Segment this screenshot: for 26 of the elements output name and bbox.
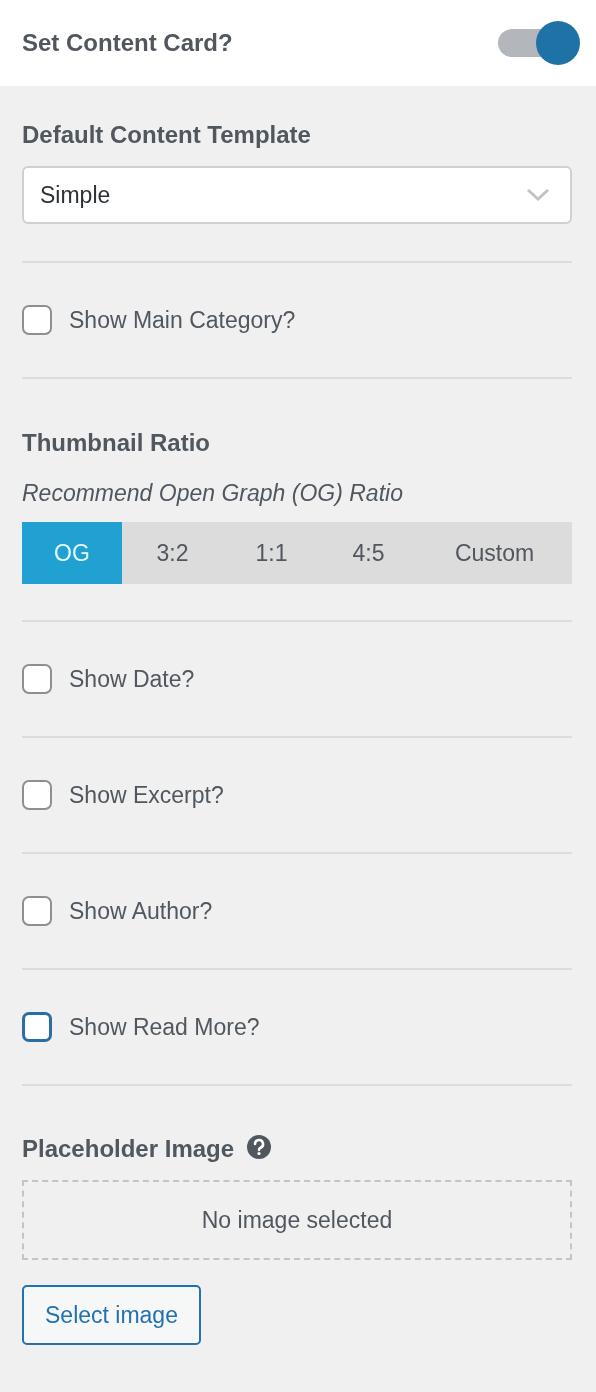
ratio-option[interactable]: Custom	[417, 522, 572, 584]
toggle-switch[interactable]	[498, 20, 580, 66]
image-status: No image selected	[201, 1206, 393, 1234]
template-select[interactable]: Simple	[22, 166, 572, 224]
field-label: Default Content Template	[22, 120, 312, 150]
help-icon[interactable]	[246, 1134, 273, 1160]
checkbox-label: Show Author?	[69, 897, 213, 925]
checkbox[interactable]	[22, 780, 52, 810]
checkbox-label: Show Main Category?	[69, 306, 296, 334]
select-image-button[interactable]: Select image	[22, 1285, 201, 1345]
checkbox-label: Show Read More?	[69, 1013, 260, 1041]
checkbox-label: Show Date?	[69, 665, 195, 693]
header-title: Set Content Card?	[22, 29, 233, 57]
section-title: Thumbnail Ratio	[22, 428, 211, 458]
chevron-down-icon	[526, 188, 550, 202]
ratio-option[interactable]: 4:5	[320, 522, 417, 584]
checkbox-label: Show Excerpt?	[69, 781, 224, 809]
ratio-option[interactable]: 3:2	[122, 522, 223, 584]
hint-text: Recommend Open Graph (OG) Ratio	[22, 479, 404, 508]
checkbox[interactable]	[22, 305, 52, 335]
ratio-option[interactable]: OG	[22, 522, 122, 584]
checkbox[interactable]	[22, 664, 52, 694]
checkbox[interactable]	[22, 896, 52, 926]
ratio-option[interactable]: 1:1	[223, 522, 320, 584]
section-title: Placeholder Image	[22, 1134, 235, 1164]
checkbox[interactable]	[22, 1012, 52, 1042]
